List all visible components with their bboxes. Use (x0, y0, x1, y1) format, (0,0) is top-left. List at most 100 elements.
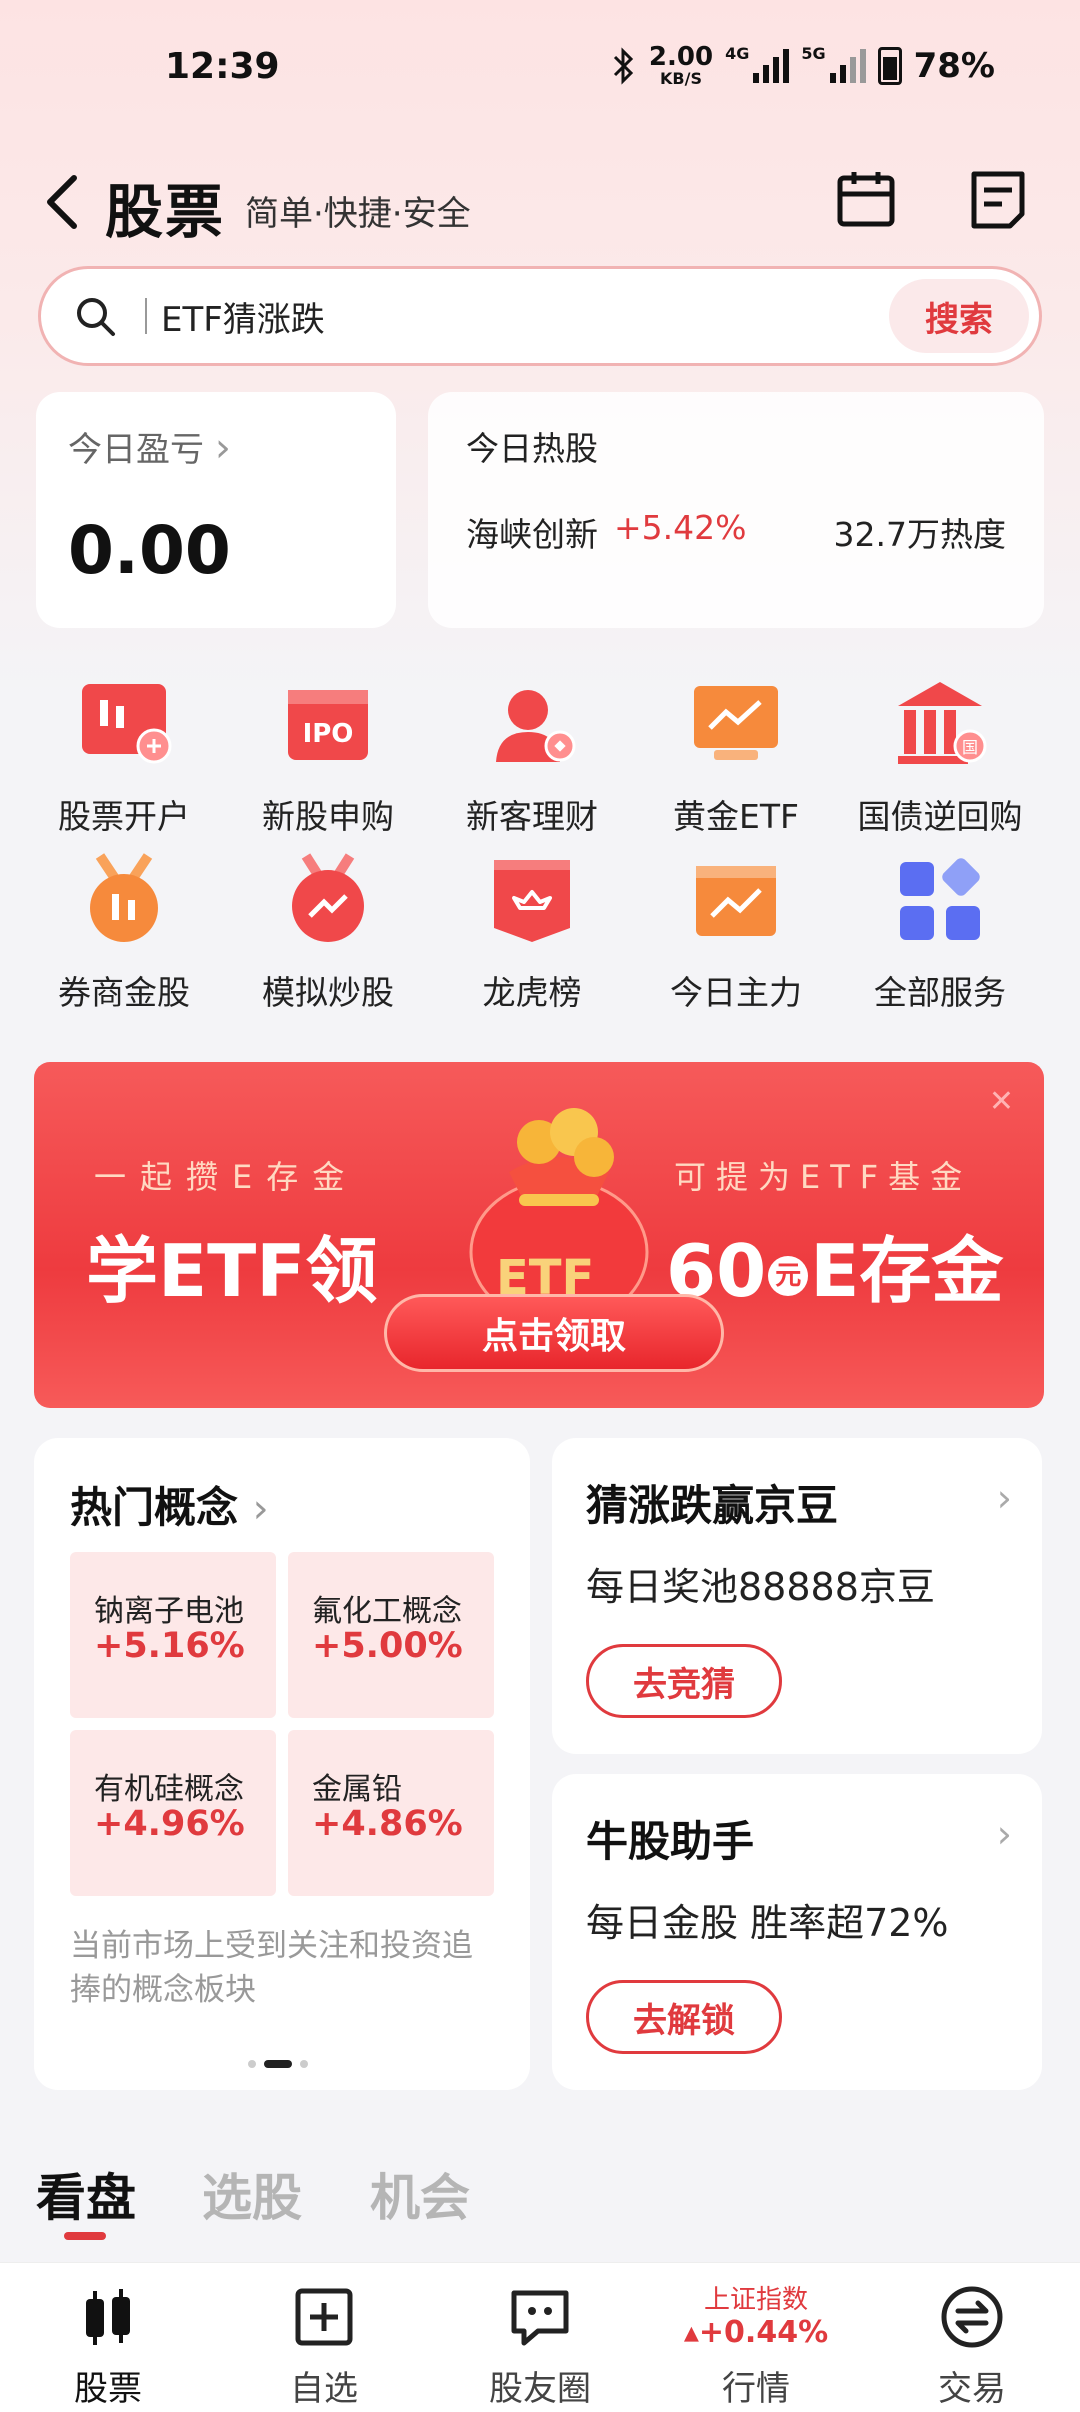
hot-stock-label: 今日热股 (466, 429, 598, 468)
close-icon[interactable]: ✕ (989, 1084, 1014, 1119)
service-label: 全部服务 (874, 973, 1006, 1012)
nav-watchlist[interactable]: 自选 (216, 2263, 432, 2412)
hot-stock-card[interactable]: 今日热股 海峡创新 +5.42% 32.7万热度 (428, 392, 1044, 628)
stock-account-icon (82, 684, 172, 764)
bank-icon: 国 (898, 682, 987, 764)
banner-right-big: 60 元 E存金 (666, 1212, 1003, 1317)
concept-change: +4.96% (94, 1804, 245, 1844)
signal-icon (753, 49, 790, 83)
pnl-label: 今日盈亏 › (68, 422, 231, 471)
add-square-icon (295, 2288, 353, 2346)
etf-promo-banner[interactable]: 一起攒E存金 学ETF领 可提为ETF基金 60 元 E存金 ETF 点击领取 ✕ (34, 1062, 1044, 1408)
service-label: 黄金ETF (673, 797, 799, 836)
ipo-icon: IPO (288, 690, 368, 760)
nav-label: 行情 (722, 2369, 790, 2409)
svg-text:IPO: IPO (303, 719, 354, 749)
concept-change: +4.86% (312, 1804, 463, 1844)
service-simulate[interactable]: 模拟炒股 (228, 852, 428, 1014)
gold-etf-icon (694, 686, 778, 760)
signal2-icon (829, 49, 866, 83)
service-stock-account[interactable]: 股票开户 (24, 676, 224, 838)
nav-label: 交易 (938, 2369, 1006, 2409)
service-dragon-tiger[interactable]: 龙虎榜 (432, 852, 632, 1014)
service-label: 股票开户 (58, 797, 190, 836)
guess-promo-card[interactable]: 猜涨跌赢京豆 › 每日奖池88888京豆 去竞猜 (552, 1438, 1042, 1754)
claim-button[interactable]: 点击领取 (384, 1294, 724, 1372)
concept-tile[interactable]: 金属铅 +4.86% (288, 1730, 494, 1896)
hot-stock-change: +5.42% (614, 508, 747, 547)
concept-change: +5.16% (94, 1626, 245, 1666)
index-name: 上证指数 (703, 2285, 808, 2315)
service-label: 今日主力 (670, 973, 802, 1012)
search-input[interactable]: ETF猜涨跌 (161, 292, 889, 341)
concepts-description: 当前市场上受到关注和投资追捧的概念板块 (70, 1928, 473, 2008)
concepts-title[interactable]: 热门概念 › (70, 1474, 269, 1535)
new-customer-icon (496, 690, 576, 762)
hot-stock-name: 海峡创新 (466, 515, 598, 554)
calendar-chart-icon (696, 866, 776, 936)
nav-label: 自选 (290, 2369, 358, 2409)
guess-button[interactable]: 去竞猜 (586, 1644, 782, 1718)
today-pnl-card[interactable]: 今日盈亏 › 0.00 (36, 392, 396, 628)
back-arrow-icon[interactable] (42, 172, 82, 232)
hot-stock-heat: 32.7万热度 (833, 515, 1006, 554)
medal-icon (90, 853, 158, 942)
net-type-label: 4G (725, 44, 750, 63)
nav-stocks[interactable]: 股票 (0, 2263, 216, 2412)
net-type2-label: 5G (801, 44, 826, 63)
banner-left-big: 学ETF领 (86, 1229, 378, 1313)
exchange-icon (941, 2286, 1003, 2348)
nav-community[interactable]: 股友圈 (432, 2263, 648, 2412)
tab-stock-picking[interactable]: 选股 (202, 2158, 302, 2230)
banner-right-small: 可提为ETF基金 (674, 1158, 973, 1196)
index-change: ▴+0.44% (648, 2315, 864, 2350)
banner-currency: 元 (768, 1256, 809, 1297)
unlock-button[interactable]: 去解锁 (586, 1980, 782, 2054)
bull-stock-promo-card[interactable]: 牛股助手 › 每日金股 胜率超72% 去解锁 (552, 1774, 1042, 2090)
promo-subtitle: 每日奖池88888京豆 (586, 1565, 935, 1609)
page-subtitle: 简单·快捷·安全 (245, 194, 471, 234)
nav-market[interactable]: 上证指数 ▴+0.44% 行情 (648, 2263, 864, 2412)
candlestick-icon (86, 2289, 130, 2345)
service-ipo[interactable]: IPO 新股申购 (228, 676, 428, 838)
concept-name: 氟化工概念 (312, 1594, 462, 1629)
service-broker-stocks[interactable]: 券商金股 (24, 852, 224, 1014)
search-button[interactable]: 搜索 (889, 279, 1029, 353)
nav-trade[interactable]: 交易 (864, 2263, 1080, 2412)
active-tab-indicator (64, 2232, 106, 2240)
chevron-right-icon: › (996, 1476, 1012, 1520)
bottom-nav: 股票 自选 股友圈 上证指数 ▴+0.44% 行情 交易 (0, 2262, 1080, 2412)
service-label: 新股申购 (262, 797, 394, 836)
service-reverse-repo[interactable]: 国 国债逆回购 (840, 676, 1040, 838)
service-gold-etf[interactable]: 黄金ETF (636, 676, 836, 838)
service-new-customer[interactable]: 新客理财 (432, 676, 632, 838)
battery-level: 78% (913, 46, 995, 86)
concept-tile[interactable]: 钠离子电池 +5.16% (70, 1552, 276, 1718)
search-bar[interactable]: ETF猜涨跌 搜索 (38, 266, 1042, 366)
service-label: 龙虎榜 (482, 973, 582, 1012)
banner-right-text: E存金 (810, 1229, 1004, 1313)
nav-label: 股票 (74, 2369, 142, 2409)
concepts-title-text: 热门概念 (70, 1483, 239, 1532)
calendar-icon[interactable] (834, 168, 898, 232)
pnl-label-text: 今日盈亏 (68, 430, 204, 470)
concept-tile[interactable]: 氟化工概念 +5.00% (288, 1552, 494, 1718)
tab-watch-market[interactable]: 看盘 (36, 2158, 136, 2230)
service-main-force[interactable]: 今日主力 (636, 852, 836, 1014)
crown-icon (494, 860, 570, 942)
notes-icon[interactable] (966, 168, 1030, 232)
grid-icon (900, 858, 980, 940)
concept-tile[interactable]: 有机硅概念 +4.96% (70, 1730, 276, 1896)
search-icon (77, 298, 115, 336)
net-speed: 2.00 KB/S (649, 44, 713, 88)
pnl-value: 0.00 (68, 512, 231, 589)
service-all[interactable]: 全部服务 (840, 852, 1040, 1014)
concept-name: 有机硅概念 (94, 1772, 244, 1807)
page-indicator (248, 2060, 308, 2068)
banner-left-small: 一起攒E存金 (94, 1158, 359, 1196)
promo-title: 猜涨跌赢京豆 (586, 1481, 839, 1530)
tab-opportunity[interactable]: 机会 (370, 2158, 470, 2230)
service-label: 券商金股 (58, 973, 190, 1012)
chevron-right-icon: › (214, 425, 231, 471)
up-arrow-icon: ▴ (683, 2315, 699, 2350)
